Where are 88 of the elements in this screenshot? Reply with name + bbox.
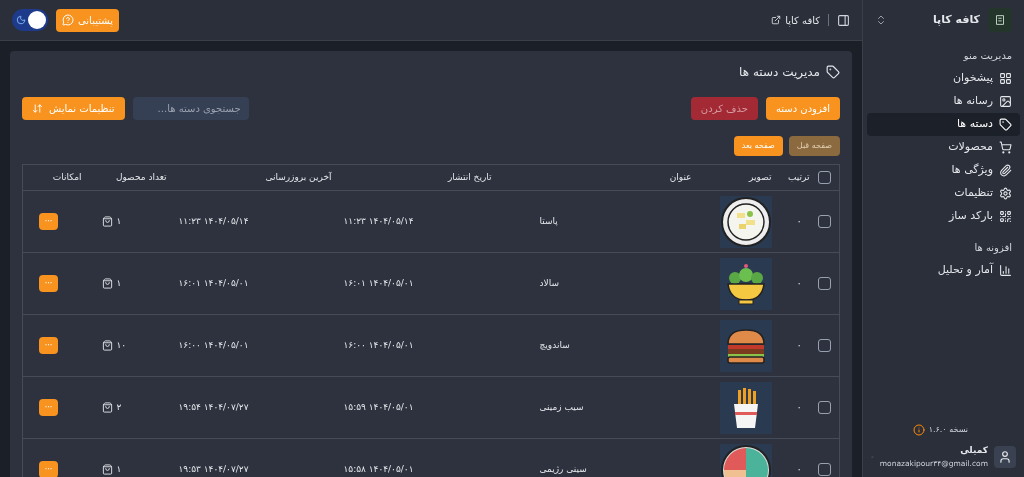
table-cell-text: ۱ bbox=[116, 214, 122, 228]
brand-name: کافه کاپا bbox=[931, 11, 980, 28]
bag-icon bbox=[101, 340, 113, 351]
sidebar-item[interactable]: تنظیمات bbox=[867, 182, 1020, 205]
table-cell: ۰ bbox=[796, 215, 802, 226]
site-link[interactable]: کافه کاپا bbox=[771, 12, 820, 28]
sidebar-item[interactable]: محصولات bbox=[867, 136, 1020, 159]
user-name: کمیلی bbox=[959, 444, 988, 458]
table-cell: سالاد bbox=[539, 277, 559, 288]
page-title: مدیریت دسته ها bbox=[739, 64, 820, 81]
cart-icon bbox=[999, 141, 1012, 154]
tag-icon bbox=[999, 118, 1012, 131]
delete-button[interactable]: حذف کردن bbox=[690, 97, 758, 120]
bag-icon bbox=[101, 402, 113, 413]
table-cell-text: ۱ bbox=[116, 462, 122, 476]
table-cell: ۱۴۰۴/۰۵/۰۱ ۱۵:۵۹ bbox=[343, 401, 414, 412]
actions-button[interactable]: ··· bbox=[39, 275, 58, 292]
table-cell: ۱۴۰۴/۰۵/۱۴ ۱۱:۲۳ bbox=[178, 215, 249, 226]
section-title: مدیریت منو bbox=[962, 49, 1013, 63]
table-cell: ۱۴۰۴/۰۷/۲۷ ۱۹:۵۴ bbox=[178, 401, 249, 412]
paperclip-icon bbox=[999, 164, 1012, 177]
version-text: نسخه ۱.۶.۰ bbox=[928, 424, 968, 437]
table-cell: ۰ bbox=[796, 463, 802, 474]
sidebar-item[interactable]: دسته ها bbox=[867, 113, 1020, 136]
checkbox[interactable] bbox=[817, 339, 831, 352]
display-settings-button[interactable]: تنظیمات نمایش bbox=[22, 97, 125, 120]
sidebar-toggle-icon[interactable] bbox=[837, 13, 850, 27]
table-cell: ۱۴۰۴/۰۵/۰۱ ۱۶:۰۰ bbox=[343, 339, 414, 350]
table-cell: ۱۴۰۴/۰۵/۰۱ ۱۶:۰۰ bbox=[178, 339, 249, 350]
table-cell: ساندویچ bbox=[539, 339, 570, 350]
user-avatar-icon bbox=[994, 445, 1016, 468]
grid-icon bbox=[999, 72, 1012, 85]
table-cell: پاستا bbox=[539, 215, 558, 226]
column-header: عنوان bbox=[669, 171, 692, 182]
bag-icon bbox=[101, 464, 113, 475]
actions-button[interactable]: ··· bbox=[39, 337, 58, 354]
theme-toggle[interactable] bbox=[12, 9, 48, 31]
table-cell: ۰ bbox=[796, 339, 802, 350]
sidebar-item[interactable]: بارکد ساز bbox=[867, 205, 1020, 228]
tag-icon bbox=[826, 65, 840, 79]
sort-icon bbox=[32, 103, 43, 114]
add-category-button[interactable]: افزودن دسته bbox=[765, 97, 840, 120]
page-button[interactable]: صفحه بعد bbox=[733, 136, 783, 156]
support-button[interactable]: پشتیبانی bbox=[56, 8, 119, 32]
info-icon[interactable] bbox=[912, 424, 925, 437]
sidebar-item[interactable]: رسانه ها bbox=[867, 90, 1020, 113]
qr-code-icon bbox=[999, 210, 1012, 223]
column-header: آخرین بروزرسانی bbox=[265, 171, 332, 182]
column-header: تاریخ انتشار bbox=[447, 171, 492, 182]
table-cell-text: ۱۰ bbox=[116, 338, 127, 352]
sidebar-item[interactable]: ویژگی ها bbox=[867, 159, 1020, 182]
checkbox[interactable] bbox=[817, 215, 831, 228]
table-cell: سینی رژیمی bbox=[539, 463, 587, 474]
sidebar-item[interactable]: آمار و تحلیل bbox=[867, 259, 1020, 282]
section-title: افزونه ها bbox=[973, 241, 1013, 255]
column-header: امکانات bbox=[52, 171, 82, 182]
bag-icon bbox=[101, 216, 113, 227]
table-cell-text: ۱ bbox=[116, 276, 122, 290]
image-icon bbox=[999, 95, 1012, 108]
table-cell: ۱۴۰۴/۰۷/۲۷ ۱۹:۵۳ bbox=[178, 463, 249, 474]
moon-icon bbox=[16, 15, 26, 25]
external-link-icon bbox=[771, 15, 782, 25]
table-cell: سیب زمینی bbox=[539, 401, 584, 412]
table-cell: ۱۴۰۴/۰۵/۰۱ ۱۵:۵۸ bbox=[343, 463, 414, 474]
table-cell: ۱۴۰۴/۰۵/۱۴ ۱۱:۲۳ bbox=[343, 215, 414, 226]
column-header: تصویر bbox=[749, 171, 772, 182]
table-cell-text: ۲ bbox=[116, 400, 122, 414]
chevrons-icon[interactable] bbox=[875, 14, 887, 26]
settings-icon bbox=[999, 187, 1012, 200]
logo-icon bbox=[988, 8, 1012, 32]
sidebar-item[interactable]: پیشخوان bbox=[867, 67, 1020, 90]
actions-button[interactable]: ··· bbox=[39, 399, 58, 416]
table-cell: ۰ bbox=[796, 277, 802, 288]
table-cell: ۰ bbox=[796, 401, 802, 412]
checkbox[interactable] bbox=[817, 277, 831, 290]
table-cell: ۱۴۰۴/۰۵/۰۱ ۱۶:۰۱ bbox=[343, 277, 414, 288]
bar-chart-icon bbox=[999, 264, 1012, 277]
actions-button[interactable]: ··· bbox=[39, 213, 58, 230]
checkbox[interactable] bbox=[817, 463, 831, 476]
table-cell: ۱۴۰۴/۰۵/۰۱ ۱۶:۰۱ bbox=[178, 277, 249, 288]
checkbox[interactable] bbox=[817, 171, 831, 184]
column-header: تعداد محصول bbox=[115, 171, 167, 182]
bag-icon bbox=[101, 278, 113, 289]
column-header: ترتیب bbox=[787, 171, 810, 182]
actions-button[interactable]: ··· bbox=[39, 461, 58, 477]
checkbox[interactable] bbox=[817, 401, 831, 414]
chat-question-icon bbox=[62, 14, 74, 26]
search-field[interactable]: جستجوی دسته ها... bbox=[132, 97, 249, 120]
